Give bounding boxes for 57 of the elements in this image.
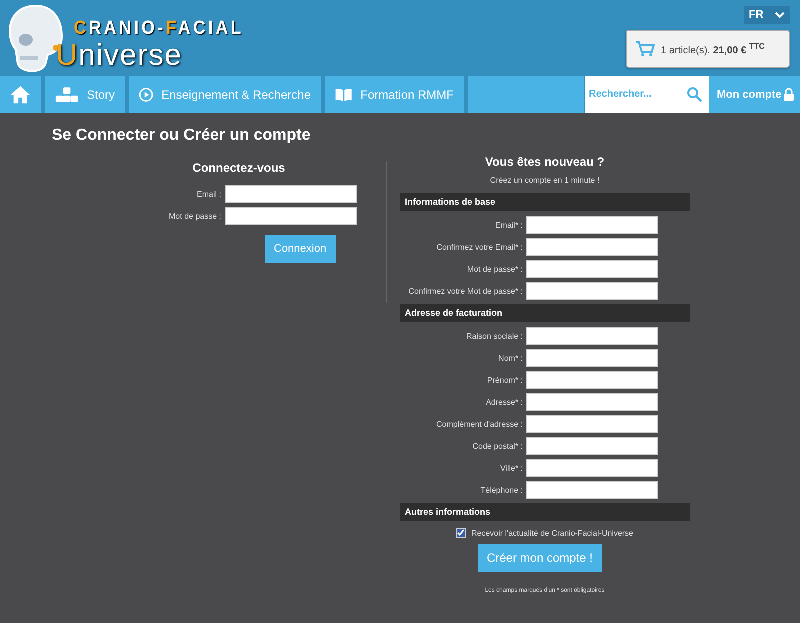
field-label: Email : bbox=[196, 190, 222, 198]
cart-summary: 1 article(s). 21,00 € $^{TTC}$ bbox=[661, 42, 765, 56]
field-label: Mot de passe : bbox=[168, 212, 222, 220]
lock-icon bbox=[784, 88, 794, 101]
input-field[interactable] bbox=[526, 371, 658, 389]
input-field[interactable] bbox=[526, 282, 658, 300]
login-button[interactable]: Connexion bbox=[265, 235, 336, 263]
section-header: Informations de base bbox=[400, 193, 690, 211]
field-label: Code postal* : bbox=[472, 442, 523, 450]
input-field[interactable] bbox=[526, 260, 658, 278]
field-label: Prénom* : bbox=[486, 376, 523, 384]
field-label: Email* : bbox=[494, 220, 523, 230]
register-subtitle: Créez un compte en 1 minute ! bbox=[489, 176, 601, 185]
blocks-icon bbox=[55, 86, 79, 104]
checkbox[interactable] bbox=[456, 528, 466, 538]
input-field[interactable] bbox=[526, 238, 658, 256]
home-link[interactable] bbox=[0, 76, 41, 113]
input-field[interactable] bbox=[526, 216, 658, 234]
checkbox-label: Recevoir l'actualité de Cranio-Facial-Universe bbox=[471, 528, 634, 538]
field-label: Complément d'adresse : bbox=[436, 420, 523, 428]
input-field[interactable] bbox=[526, 327, 658, 345]
input-field[interactable] bbox=[526, 415, 658, 433]
field-label: Confirmez votre Mot de passe* : bbox=[408, 286, 523, 296]
chevron-icon bbox=[775, 12, 785, 18]
input-field[interactable] bbox=[224, 207, 356, 225]
cart-icon bbox=[635, 41, 655, 57]
page-title: Se Connecter ou Créer un compte bbox=[52, 127, 312, 145]
field-label: Confirmez votre Email* : bbox=[436, 242, 523, 252]
create-account-button[interactable]: Créer mon compte ! bbox=[478, 544, 602, 572]
field-label: Ville* : bbox=[499, 464, 523, 472]
input-field[interactable] bbox=[526, 349, 658, 367]
field-label: Téléphone : bbox=[480, 486, 523, 494]
nav-link[interactable]: Enseignement & Recherche bbox=[129, 76, 321, 113]
field-label: Adresse* : bbox=[485, 398, 523, 406]
field-label: Raison sociale : bbox=[466, 332, 523, 340]
search-field[interactable]: Rechercher... bbox=[585, 76, 709, 113]
newsletter-checkbox[interactable]: Recevoir l'actualité de Cranio-Facial-Universe bbox=[400, 528, 690, 538]
cart-button[interactable]: 1 article(s). 21,00 € $^{TTC}$ bbox=[626, 30, 790, 68]
field-label: Nom* : bbox=[498, 354, 523, 362]
input-field[interactable] bbox=[526, 459, 658, 477]
input-field[interactable] bbox=[526, 481, 658, 499]
register-title: Vous êtes nouveau ? bbox=[484, 155, 606, 169]
language-select[interactable]: FR bbox=[744, 6, 790, 24]
section-header: Autres informations bbox=[400, 503, 690, 521]
logo-title: C RANIO-FACIAL bbox=[74, 18, 244, 40]
field-label: Mot de passe* : bbox=[466, 264, 523, 274]
home-icon bbox=[10, 84, 31, 104]
search-icon bbox=[687, 87, 703, 103]
login-title: Connectez-vous bbox=[192, 161, 286, 175]
input-field[interactable] bbox=[526, 393, 658, 411]
input-field[interactable] bbox=[224, 185, 356, 203]
account-link[interactable]: Mon compte bbox=[709, 76, 800, 113]
nav-link[interactable]: Formation RMMF bbox=[325, 76, 464, 113]
logo-subtitle: Universe bbox=[56, 40, 184, 72]
section-header: Adresse de facturation bbox=[400, 304, 690, 322]
nav-link[interactable]: Story bbox=[45, 76, 125, 113]
input-field[interactable] bbox=[526, 437, 658, 455]
